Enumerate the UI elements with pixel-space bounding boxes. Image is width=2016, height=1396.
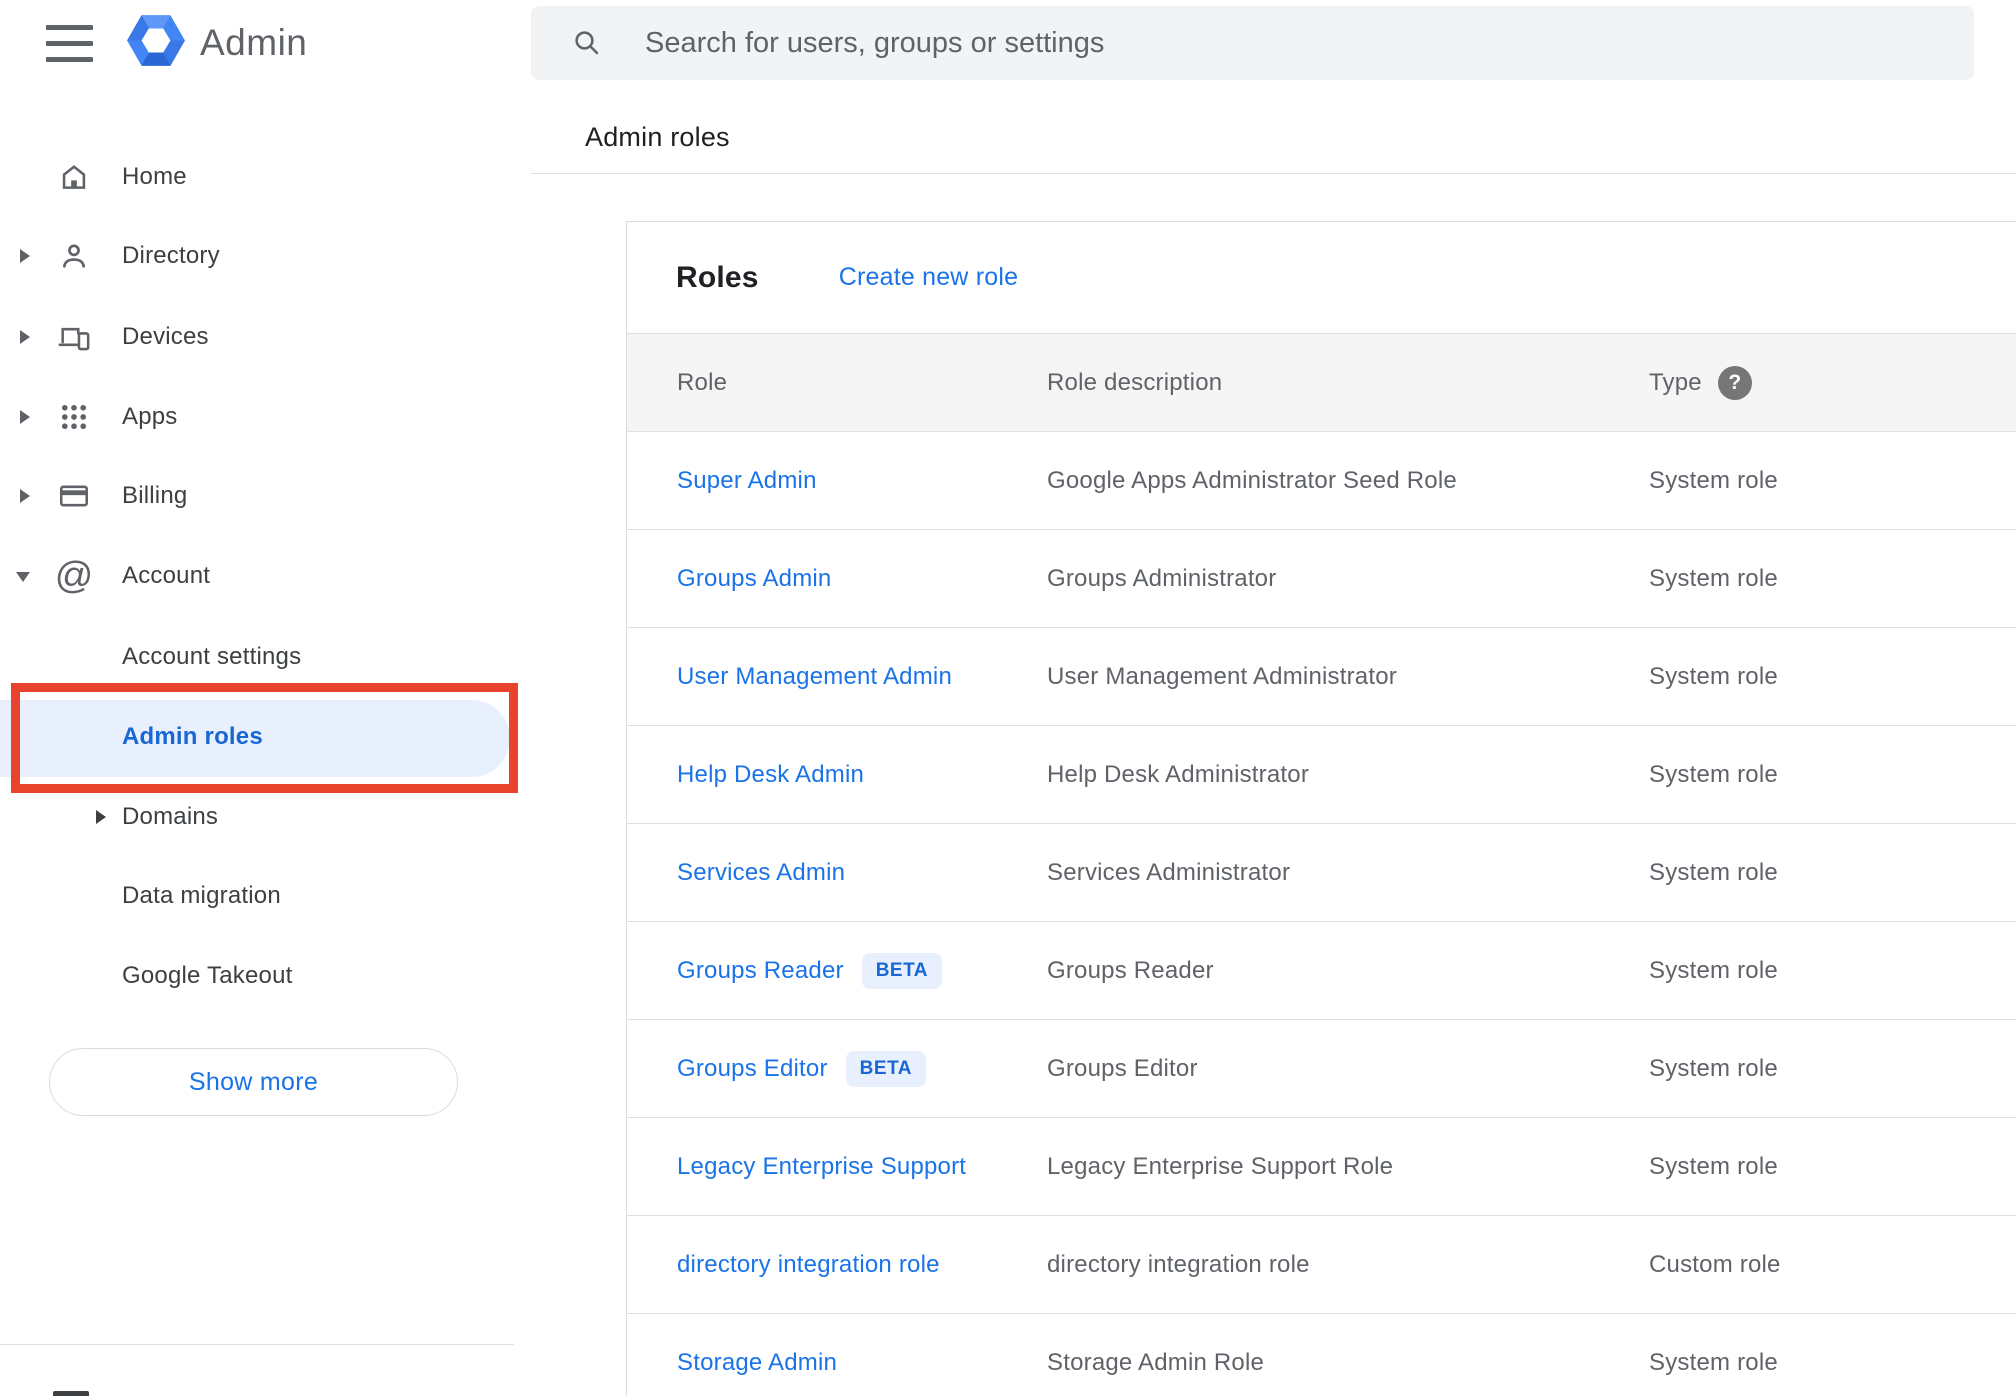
table-row: Services Admin Services Administrator Sy…	[627, 824, 2016, 922]
table-row: Groups Editor BETA Groups Editor System …	[627, 1020, 2016, 1118]
role-description: Groups Reader	[1047, 956, 1214, 984]
role-description: Storage Admin Role	[1047, 1348, 1265, 1376]
sidebar-item-label: Devices	[122, 323, 209, 350]
sidebar-item-label: Google Takeout	[122, 962, 293, 989]
help-icon[interactable]: ?	[1717, 365, 1752, 400]
google-admin-console: Admin Home Directory Devices Apps Billin…	[0, 0, 2016, 1396]
sidebar-item-label: Apps	[122, 403, 178, 430]
column-header-description: Role description	[1047, 368, 1223, 396]
sidebar-item-label: Admin roles	[122, 723, 263, 750]
beta-badge: BETA	[861, 952, 942, 989]
show-more-button[interactable]: Show more	[49, 1048, 458, 1116]
home-icon	[54, 157, 94, 197]
sidebar-item-home[interactable]: Home	[0, 137, 514, 217]
chevron-right-icon[interactable]	[96, 810, 106, 824]
sidebar-item-label: Domains	[122, 803, 219, 830]
sidebar-item-directory[interactable]: Directory	[0, 216, 514, 296]
create-new-role-link[interactable]: Create new role	[839, 263, 1018, 292]
table-row: directory integration role directory int…	[627, 1216, 2016, 1314]
chevron-right-icon[interactable]	[20, 489, 30, 503]
role-link[interactable]: Help Desk Admin	[677, 761, 864, 789]
table-row: Super Admin Google Apps Administrator Se…	[627, 432, 2016, 530]
role-type: System role	[1649, 662, 1778, 690]
admin-logo-icon	[127, 14, 185, 67]
role-link[interactable]: Services Admin	[677, 859, 845, 887]
role-type: System role	[1649, 1152, 1778, 1180]
breadcrumb: Admin roles	[585, 122, 730, 152]
role-description: Legacy Enterprise Support Role	[1047, 1152, 1394, 1180]
sidebar: Admin Home Directory Devices Apps Billin…	[0, 0, 518, 1396]
role-link[interactable]: Storage Admin	[677, 1349, 837, 1377]
table-row: Help Desk Admin Help Desk Administrator …	[627, 726, 2016, 824]
sidebar-item-domains[interactable]: Domains	[0, 777, 514, 857]
at-icon: @	[54, 555, 94, 597]
person-icon	[54, 236, 94, 276]
search-icon	[572, 28, 602, 58]
chevron-right-icon[interactable]	[20, 410, 30, 424]
role-link[interactable]: Groups Admin	[677, 565, 831, 593]
sidebar-item-data-migration[interactable]: Data migration	[0, 856, 514, 936]
table-row: Groups Reader BETA Groups Reader System …	[627, 922, 2016, 1020]
app-title: Admin	[200, 22, 308, 63]
role-type: System role	[1649, 760, 1778, 788]
sidebar-item-account-settings[interactable]: Account settings	[0, 617, 514, 697]
sidebar-item-label: Home	[122, 163, 187, 190]
sidebar-item-label: Directory	[122, 242, 220, 269]
role-description: Services Administrator	[1047, 858, 1291, 886]
sidebar-divider	[0, 1344, 514, 1345]
table-row: User Management Admin User Management Ad…	[627, 628, 2016, 726]
role-link[interactable]: Groups Reader	[677, 957, 844, 985]
search-bar[interactable]	[531, 6, 1974, 80]
sidebar-item-apps[interactable]: Apps	[0, 377, 514, 457]
role-type: System role	[1649, 858, 1778, 886]
chevron-right-icon[interactable]	[20, 330, 30, 344]
table-row: Groups Admin Groups Administrator System…	[627, 530, 2016, 628]
search-input[interactable]	[645, 6, 1945, 80]
role-description: Google Apps Administrator Seed Role	[1047, 466, 1457, 494]
sidebar-item-label: Billing	[122, 482, 188, 509]
sidebar-item-devices[interactable]: Devices	[0, 297, 514, 377]
cut-off-icon	[53, 1391, 89, 1396]
role-description: User Management Administrator	[1047, 662, 1397, 690]
sidebar-item-billing[interactable]: Billing	[0, 456, 514, 536]
role-link[interactable]: directory integration role	[677, 1251, 940, 1279]
role-type: System role	[1649, 956, 1778, 984]
chevron-right-icon[interactable]	[20, 249, 30, 263]
role-link[interactable]: User Management Admin	[677, 663, 952, 691]
credit-card-icon	[54, 476, 94, 516]
sidebar-item-label: Data migration	[122, 882, 281, 909]
header-divider	[531, 173, 2016, 174]
role-type: System role	[1649, 1348, 1778, 1376]
roles-panel: Roles Create new role Role Role descript…	[626, 221, 2016, 1396]
sidebar-item-label: Account	[122, 562, 211, 589]
role-link[interactable]: Super Admin	[677, 467, 817, 495]
sidebar-item-label: Account settings	[122, 643, 302, 670]
role-link[interactable]: Groups Editor	[677, 1055, 828, 1083]
table-row: Legacy Enterprise Support Legacy Enterpr…	[627, 1118, 2016, 1216]
column-header-role: Role	[677, 368, 728, 396]
panel-title: Roles	[676, 260, 759, 294]
table-row: Storage Admin Storage Admin Role System …	[627, 1314, 2016, 1396]
sidebar-item-google-takeout[interactable]: Google Takeout	[0, 936, 514, 1016]
role-link[interactable]: Legacy Enterprise Support	[677, 1153, 966, 1181]
table-header-row: Role Role description Type ?	[627, 333, 2016, 432]
role-type: Custom role	[1649, 1250, 1781, 1278]
role-description: directory integration role	[1047, 1250, 1310, 1278]
beta-badge: BETA	[845, 1050, 926, 1087]
apps-grid-icon	[54, 397, 94, 437]
role-description: Help Desk Administrator	[1047, 760, 1310, 788]
devices-icon	[54, 317, 94, 357]
sidebar-item-admin-roles[interactable]: Admin roles	[0, 697, 514, 777]
column-header-type: Type ?	[1649, 365, 2016, 400]
role-description: Groups Editor	[1047, 1054, 1198, 1082]
role-description: Groups Administrator	[1047, 564, 1277, 592]
roles-panel-header: Roles Create new role	[627, 222, 2016, 333]
chevron-down-icon[interactable]	[16, 572, 30, 582]
sidebar-item-account[interactable]: @ Account	[0, 536, 514, 616]
role-type: System role	[1649, 1054, 1778, 1082]
role-type: System role	[1649, 466, 1778, 494]
role-type: System role	[1649, 564, 1778, 592]
menu-icon[interactable]	[46, 25, 93, 62]
